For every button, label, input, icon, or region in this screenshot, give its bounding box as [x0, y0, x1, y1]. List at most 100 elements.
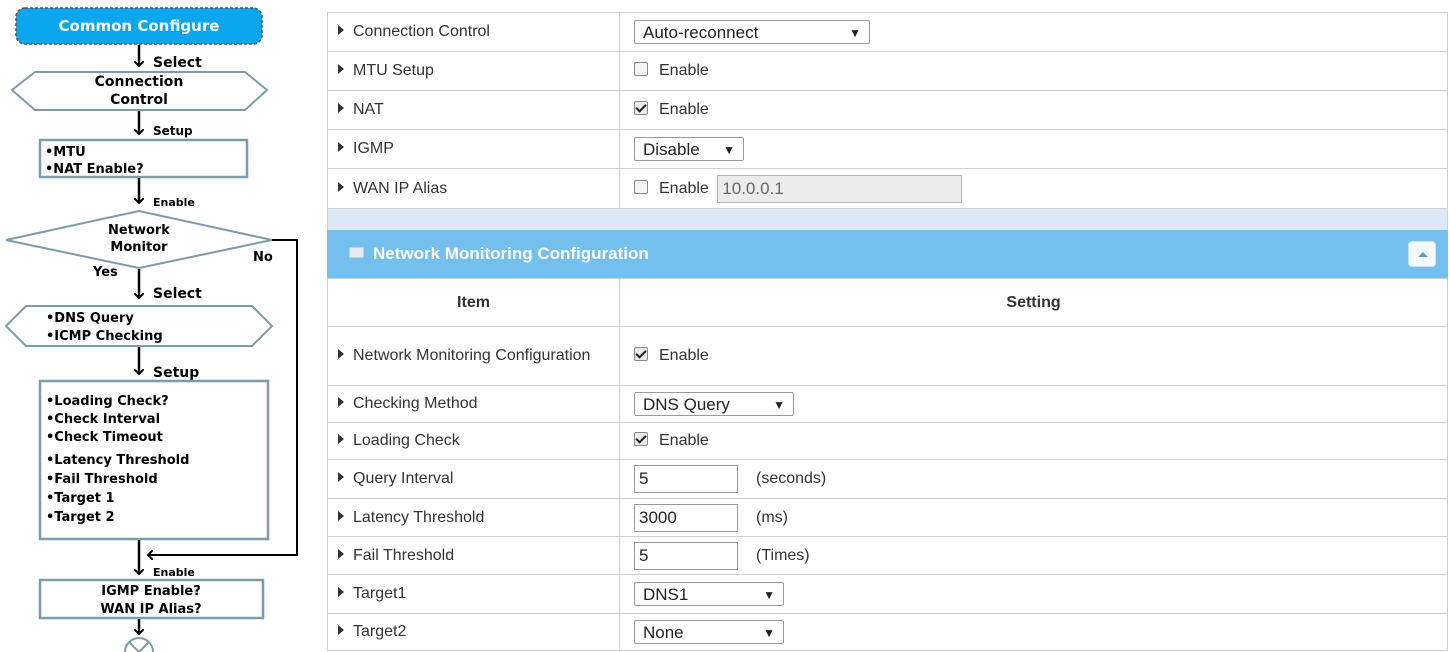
row-arrow-icon	[338, 142, 344, 152]
table-row: Checking Method DNS Query ▼	[327, 385, 1448, 423]
fail-threshold-unit: (Times)	[756, 546, 810, 564]
network-monitoring-title: Network Monitoring Configuration	[373, 244, 649, 263]
loading-check-enable-text: Enable	[659, 432, 709, 449]
collapse-up-button[interactable]	[1408, 241, 1436, 267]
params-line-2: •Check Interval	[46, 412, 160, 427]
wan-ip-alias-label: WAN IP Alias	[353, 179, 448, 197]
row-arrow-icon	[338, 103, 344, 113]
nat-enable-label: Enable	[659, 101, 709, 118]
params-line-7: •Target 2	[46, 510, 115, 525]
target2-label: Target2	[353, 623, 407, 640]
dropdown-caret-icon: ▼	[763, 626, 775, 640]
network-monitoring-enable-label: Network Monitoring Configuration	[353, 347, 591, 364]
fail-threshold-input[interactable]: 5	[634, 541, 738, 570]
table-row: NAT Enable	[327, 90, 1448, 130]
row-arrow-icon	[338, 25, 344, 35]
igmp-alias-line1: IGMP Enable?	[101, 584, 201, 599]
network-monitor-line2: Monitor	[110, 240, 168, 255]
configuration-flowchart: Common Configure Select Connection Contr…	[4, 7, 298, 652]
network-monitoring-checkbox[interactable]	[634, 347, 648, 361]
start-node-label: Common Configure	[59, 17, 220, 35]
dropdown-caret-icon: ▼	[849, 26, 861, 40]
connection-control-select[interactable]: Auto-reconnect ▼	[634, 20, 870, 44]
checking-method-label: Checking Method	[353, 395, 478, 412]
dropdown-caret-icon: ▼	[763, 588, 775, 602]
params-line-6: •Target 1	[46, 491, 115, 506]
fail-threshold-label: Fail Threshold	[353, 546, 455, 564]
query-interval-unit: (seconds)	[756, 470, 827, 488]
mtu-nat-line2: •NAT Enable?	[45, 162, 144, 177]
checking-method-line2: •ICMP Checking	[46, 329, 163, 344]
nat-label: NAT	[353, 101, 384, 118]
table-row: Loading Check Enable	[327, 422, 1448, 460]
flow-setup-label-2: Setup	[153, 365, 199, 381]
connection-control-label: Connection Control	[353, 23, 490, 40]
mtu-nat-line1: •MTU	[45, 145, 86, 160]
target1-select[interactable]: DNS1 ▼	[634, 582, 784, 606]
row-arrow-icon	[338, 510, 344, 521]
network-monitor-line1: Network	[108, 223, 170, 238]
table-header-row: Item Setting	[327, 278, 1448, 327]
loading-check-checkbox[interactable]	[634, 432, 648, 446]
flow-no-label: No	[253, 250, 273, 265]
checking-method-select[interactable]: DNS Query ▼	[634, 392, 794, 416]
table-row: IGMP Disable ▼	[327, 129, 1448, 169]
row-arrow-icon	[338, 181, 344, 192]
row-arrow-icon	[338, 548, 344, 559]
row-arrow-icon	[338, 397, 344, 407]
flow-select-label-2: Select	[153, 286, 202, 302]
checking-method-line1: •DNS Query	[46, 311, 134, 326]
flow-setup-label-1: Setup	[153, 124, 193, 138]
mtu-enable-checkbox[interactable]	[634, 62, 648, 76]
igmp-select[interactable]: Disable ▼	[634, 137, 744, 161]
igmp-label: IGMP	[353, 140, 394, 157]
flow-enable-label-1: Enable	[153, 196, 195, 209]
flow-yes-label: Yes	[92, 265, 118, 280]
loading-check-label: Loading Check	[353, 432, 460, 449]
table-row: Latency Threshold 3000 (ms)	[327, 498, 1448, 537]
igmp-alias-line2: WAN IP Alias?	[100, 602, 201, 617]
row-arrow-icon	[338, 472, 344, 482]
params-line-3: •Check Timeout	[46, 430, 163, 445]
table-row: MTU Setup Enable	[327, 51, 1448, 91]
target1-value: DNS1	[643, 585, 689, 604]
checking-method-value: DNS Query	[643, 395, 730, 414]
dropdown-caret-icon: ▼	[723, 143, 735, 157]
connection-control-value: Auto-reconnect	[643, 23, 759, 42]
igmp-value: Disable	[643, 140, 700, 159]
query-interval-input[interactable]: 5	[634, 465, 738, 493]
row-arrow-icon	[338, 349, 344, 359]
latency-threshold-input[interactable]: 3000	[634, 503, 738, 532]
connection-control-line1: Connection	[95, 74, 184, 90]
row-arrow-icon	[338, 434, 344, 444]
row-arrow-icon	[338, 625, 344, 635]
wan-ip-alias-enable-label: Enable	[659, 179, 709, 197]
latency-threshold-label: Latency Threshold	[353, 508, 485, 526]
params-line-1: •Loading Check?	[46, 394, 169, 409]
table-row: Query Interval 5 (seconds)	[327, 459, 1448, 499]
nat-enable-checkbox[interactable]	[634, 101, 648, 115]
end-terminator-icon	[124, 637, 154, 652]
row-arrow-icon	[338, 64, 344, 74]
table-row: Target2 None ▼	[327, 613, 1448, 651]
wan-ip-alias-input[interactable]: 10.0.0.1	[717, 174, 963, 203]
network-monitoring-header: Network Monitoring Configuration	[327, 230, 1448, 278]
table-row: Fail Threshold 5 (Times)	[327, 536, 1448, 575]
table-row: Network Monitoring Configuration Enable	[327, 326, 1448, 386]
params-line-4: •Latency Threshold	[46, 453, 189, 468]
network-monitoring-enable-text: Enable	[659, 347, 709, 364]
params-line-5: •Fail Threshold	[46, 472, 158, 487]
wan-ip-alias-checkbox[interactable]	[634, 179, 648, 194]
flow-select-label-1: Select	[153, 55, 202, 71]
column-header-item: Item	[327, 278, 620, 327]
mtu-enable-label: Enable	[659, 62, 709, 79]
network-monitoring-table: Item Setting Network Monitoring Configur…	[327, 278, 1448, 651]
table-row: WAN IP Alias Enable 10.0.0.1	[327, 168, 1448, 209]
section-square-icon	[349, 247, 364, 258]
row-arrow-icon	[338, 587, 344, 597]
dropdown-caret-icon: ▼	[773, 398, 785, 412]
latency-threshold-unit: (ms)	[756, 508, 788, 526]
target1-label: Target1	[353, 585, 407, 602]
target2-select[interactable]: None ▼	[634, 620, 784, 644]
config-panel: Connection Control Auto-reconnect ▼ MTU S…	[327, 12, 1448, 651]
